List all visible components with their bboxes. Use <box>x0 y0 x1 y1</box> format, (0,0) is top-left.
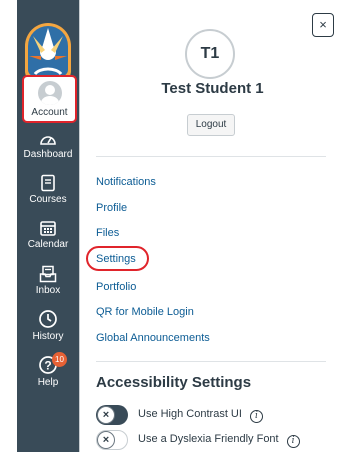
logout-button[interactable]: Logout <box>187 114 235 136</box>
nav-account-label: Account <box>31 107 68 118</box>
history-clock-icon <box>39 310 57 328</box>
high-contrast-setting: × Use High Contrast UI i <box>96 405 336 427</box>
dyslexia-font-toggle[interactable]: × <box>96 430 128 450</box>
nav-label-inbox: Inbox <box>35 285 61 296</box>
divider <box>96 361 326 362</box>
nav-item-dashboard[interactable]: Dashboard <box>17 131 79 160</box>
high-contrast-toggle[interactable]: × <box>96 405 128 425</box>
help-notification-badge: 10 <box>52 352 67 367</box>
user-avatar-icon <box>37 81 62 105</box>
toggle-x-icon: × <box>97 431 115 449</box>
nav-item-help[interactable]: ? 10 Help <box>17 352 79 388</box>
calendar-icon <box>40 221 56 236</box>
nav-item-account[interactable]: Account <box>22 75 77 123</box>
high-contrast-label: Use High Contrast UI i <box>138 408 263 423</box>
nav-label-help: Help <box>37 377 59 388</box>
dyslexia-font-setting: × Use a Dyslexia Friendly Font i <box>96 430 336 452</box>
divider <box>96 156 326 157</box>
institution-logo-icon[interactable] <box>21 6 75 86</box>
inbox-icon <box>39 265 57 283</box>
accessibility-settings-heading: Accessibility Settings <box>96 374 252 391</box>
link-portfolio[interactable]: Portfolio <box>96 280 136 294</box>
global-navigation: Account Dashboard Courses Calendar Inbox… <box>17 0 79 452</box>
user-display-name: Test Student 1 <box>161 80 264 97</box>
account-tray: × T1 Test Student 1 Logout Notifications… <box>79 0 344 452</box>
info-icon[interactable]: i <box>286 435 300 448</box>
user-initials-avatar: T1 <box>185 29 235 79</box>
link-files[interactable]: Files <box>96 226 119 240</box>
high-contrast-label-text: Use High Contrast UI <box>138 408 242 420</box>
nav-label-dashboard: Dashboard <box>23 149 73 160</box>
link-qr-mobile-login[interactable]: QR for Mobile Login <box>96 305 194 319</box>
courses-book-icon <box>41 174 55 192</box>
nav-item-calendar[interactable]: Calendar <box>17 219 79 250</box>
close-icon: × <box>319 17 327 32</box>
nav-item-history[interactable]: History <box>17 309 79 342</box>
link-notifications[interactable]: Notifications <box>96 175 156 189</box>
link-global-announcements[interactable]: Global Announcements <box>96 331 210 345</box>
nav-label-calendar: Calendar <box>27 239 69 250</box>
link-profile[interactable]: Profile <box>96 201 127 215</box>
link-settings[interactable]: Settings <box>96 252 136 266</box>
svg-text:?: ? <box>44 359 51 373</box>
info-icon[interactable]: i <box>249 410 263 423</box>
dyslexia-font-label-text: Use a Dyslexia Friendly Font <box>138 433 279 445</box>
dyslexia-font-label: Use a Dyslexia Friendly Font i <box>138 433 300 448</box>
nav-item-courses[interactable]: Courses <box>17 174 79 205</box>
dashboard-icon <box>40 136 56 145</box>
close-tray-button[interactable]: × <box>312 13 334 37</box>
toggle-x-icon: × <box>97 406 115 424</box>
nav-item-inbox[interactable]: Inbox <box>17 265 79 296</box>
nav-label-courses: Courses <box>29 194 67 205</box>
nav-label-history: History <box>32 331 64 342</box>
